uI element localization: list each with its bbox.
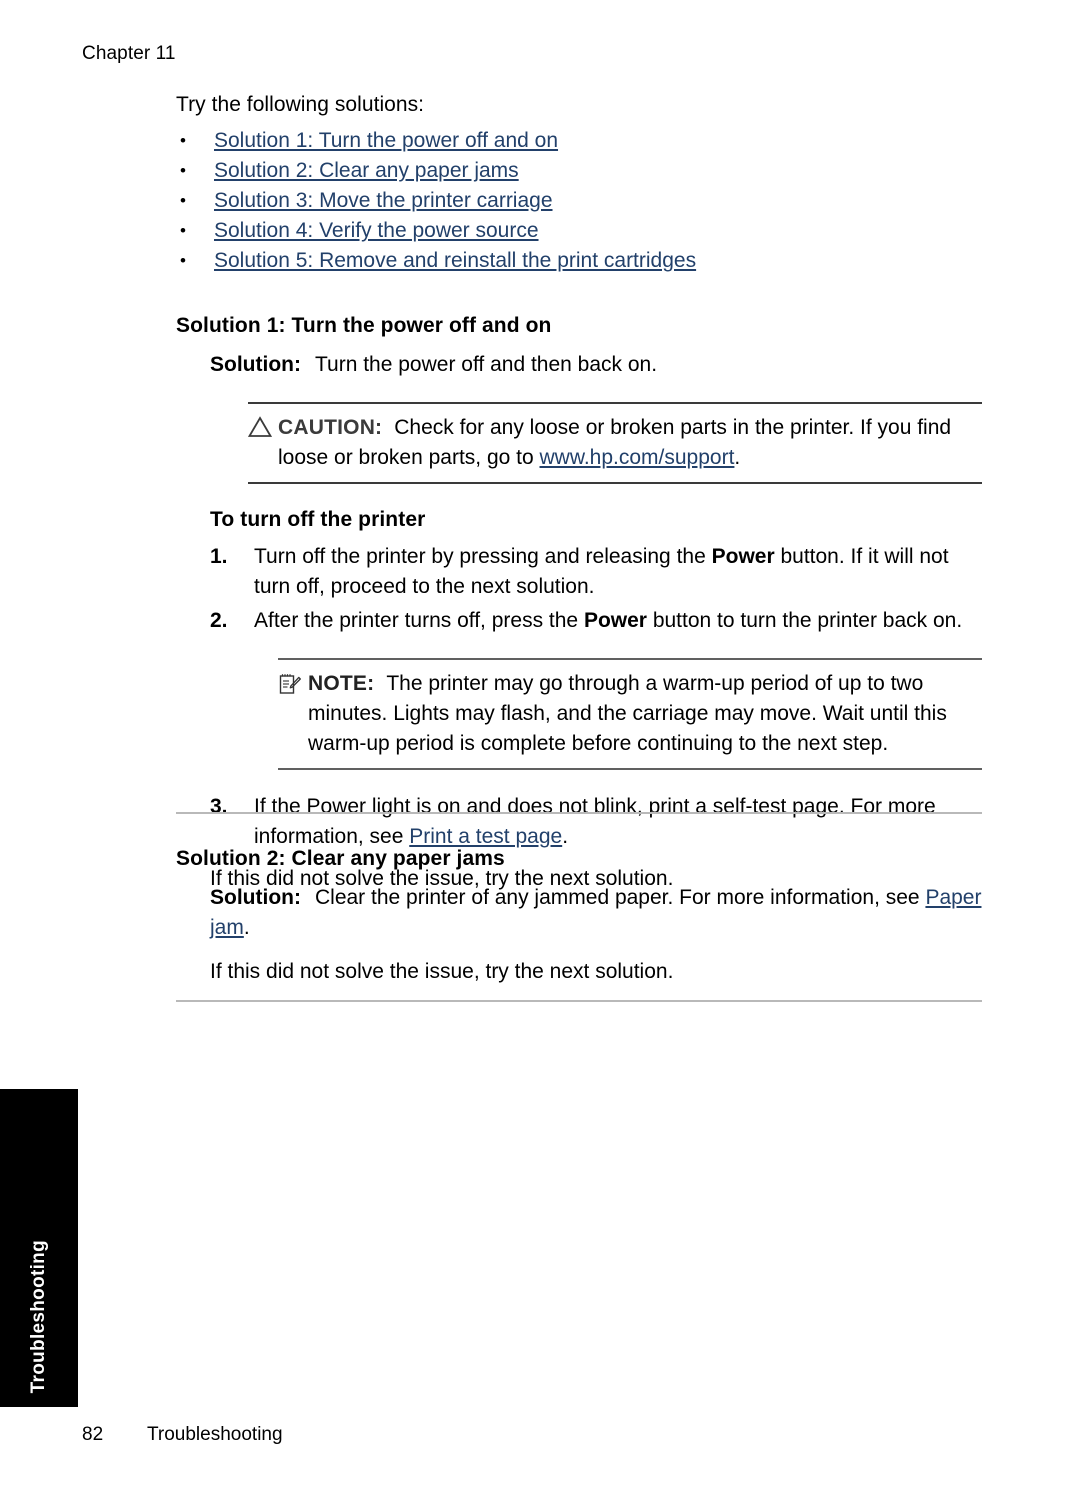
step-item-3: 3. If the Power light is on and does not…: [210, 792, 982, 852]
step-number: 2.: [210, 609, 228, 632]
solution-2-block: Solution 2: Clear any paper jams Solutio…: [176, 845, 982, 987]
solution-label: Solution:: [210, 886, 301, 909]
note-rule-bottom: [278, 768, 982, 770]
list-item[interactable]: • Solution 4: Verify the power source: [176, 216, 982, 246]
step-text: If the Power light is on and does not bl…: [254, 795, 936, 848]
side-tab-label: Troubleshooting: [28, 1239, 49, 1393]
bullet-icon: •: [180, 251, 186, 270]
link-solution-1[interactable]: Solution 1: Turn the power off and on: [214, 129, 558, 152]
intro-lead: Try the following solutions:: [176, 93, 425, 116]
page-content: Try the following solutions: • Solution …: [176, 90, 982, 894]
procedure-steps: 1. Turn off the printer by pressing and …: [210, 542, 982, 636]
list-item[interactable]: • Solution 5: Remove and reinstall the p…: [176, 246, 982, 276]
power-keyword: Power: [711, 545, 775, 568]
caution-admonition: CAUTION: Check for any loose or broken pa…: [248, 402, 982, 484]
solution-1-statement: Solution: Turn the power off and then bac…: [210, 350, 982, 380]
note-text: NOTE: The printer may go through a warm-u…: [308, 669, 982, 759]
solution-2-closing: If this did not solve the issue, try the…: [210, 960, 674, 983]
page-number: 82: [82, 1424, 104, 1445]
caution-rule-bottom: [248, 482, 982, 484]
link-solution-2[interactable]: Solution 2: Clear any paper jams: [214, 159, 519, 182]
section-divider-top: [176, 812, 982, 814]
document-page: Chapter 11 Try the following solutions: …: [0, 0, 1080, 1495]
bullet-icon: •: [180, 161, 186, 180]
list-item[interactable]: • Solution 2: Clear any paper jams: [176, 156, 982, 186]
step-number: 3.: [210, 795, 228, 818]
note-body: The printer may go through a warm-up per…: [308, 672, 947, 755]
caution-text: CAUTION: Check for any loose or broken pa…: [278, 413, 982, 473]
power-keyword: Power: [583, 609, 647, 632]
solution-1-heading: Solution 1: Turn the power off and on: [176, 314, 552, 337]
link-solution-5[interactable]: Solution 5: Remove and reinstall the pri…: [214, 249, 696, 272]
page-footer: 82 Troubleshooting: [82, 1423, 283, 1447]
note-admonition: NOTE: The printer may go through a warm-u…: [278, 658, 982, 770]
solution-2-heading: Solution 2: Clear any paper jams: [176, 847, 505, 870]
step-number: 1.: [210, 545, 228, 568]
caution-label: CAUTION:: [278, 416, 383, 439]
bullet-icon: •: [180, 191, 186, 210]
solution-body-before: Clear the printer of any jammed paper. F…: [314, 886, 926, 909]
solution-label: Solution:: [210, 353, 301, 376]
step-text: After the printer turns off, press the P…: [254, 609, 963, 632]
chapter-header: Chapter 11: [82, 43, 176, 64]
bullet-icon: •: [180, 221, 186, 240]
solution-text: Turn the power off and then back on.: [314, 353, 658, 376]
note-pad-pencil-icon: [278, 669, 308, 696]
step-item-1: 1. Turn off the printer by pressing and …: [210, 542, 982, 602]
caution-body-after: .: [734, 446, 741, 469]
section-divider-bottom: [176, 1000, 982, 1002]
solution-link-list: • Solution 1: Turn the power off and on …: [176, 126, 982, 276]
step-text: Turn off the printer by pressing and rel…: [254, 545, 949, 598]
footer-section-name: Troubleshooting: [147, 1424, 283, 1445]
step-item-2: 2. After the printer turns off, press th…: [210, 606, 982, 636]
procedure-steps-continued: 3. If the Power light is on and does not…: [210, 792, 982, 852]
list-item[interactable]: • Solution 1: Turn the power off and on: [176, 126, 982, 156]
solution-2-statement: Solution: Clear the printer of any jammed…: [210, 883, 982, 943]
note-label: NOTE:: [308, 672, 375, 695]
procedure-heading: To turn off the printer: [210, 508, 426, 531]
solution-body-after: .: [243, 916, 250, 939]
bullet-icon: •: [180, 131, 186, 150]
side-thumb-tab: Troubleshooting: [0, 1089, 78, 1407]
link-solution-3[interactable]: Solution 3: Move the printer carriage: [214, 189, 553, 212]
warning-triangle-icon: [248, 413, 278, 438]
link-solution-4[interactable]: Solution 4: Verify the power source: [214, 219, 539, 242]
link-hp-support[interactable]: www.hp.com/support: [540, 446, 735, 469]
list-item[interactable]: • Solution 3: Move the printer carriage: [176, 186, 982, 216]
